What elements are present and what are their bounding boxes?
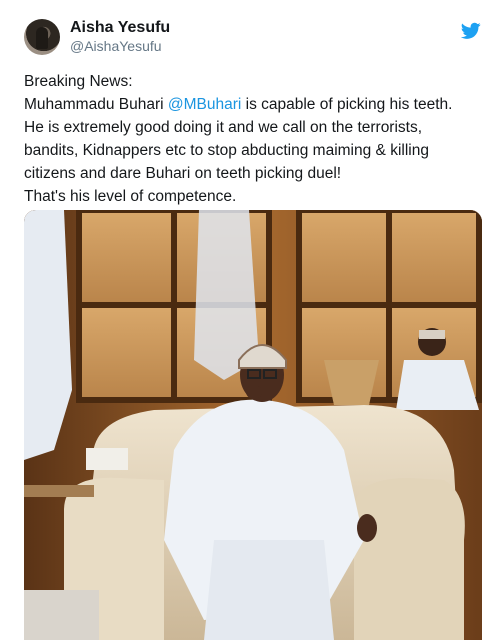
tweet-line: Muhammadu Buhari: [24, 96, 168, 113]
display-name[interactable]: Aisha Yesufu: [70, 18, 170, 37]
tweet-line: is capable of picking his teeth.: [241, 96, 453, 113]
tweet-photo[interactable]: [24, 210, 482, 640]
twitter-bird-icon[interactable]: [461, 22, 481, 40]
tweet-line: citizens and dare Buhari on teeth pickin…: [24, 165, 342, 182]
photo-illustration: [24, 210, 482, 640]
avatar[interactable]: [24, 18, 60, 55]
tweet-header: Aisha Yesufu @AishaYesufu: [24, 18, 170, 55]
tweet-card: Aisha Yesufu @AishaYesufu Breaking News:…: [0, 0, 497, 640]
author-names: Aisha Yesufu @AishaYesufu: [70, 18, 170, 55]
tweet-text: Breaking News: Muhammadu Buhari @MBuhari…: [24, 70, 484, 208]
mention-link[interactable]: @MBuhari: [168, 96, 241, 113]
tweet-line: That's his level of competence.: [24, 188, 237, 205]
tweet-line: Breaking News:: [24, 73, 133, 90]
tweet-line: He is extremely good doing it and we cal…: [24, 119, 423, 136]
handle[interactable]: @AishaYesufu: [70, 37, 170, 55]
tweet-line: bandits, Kidnappers etc to stop abductin…: [24, 142, 429, 159]
